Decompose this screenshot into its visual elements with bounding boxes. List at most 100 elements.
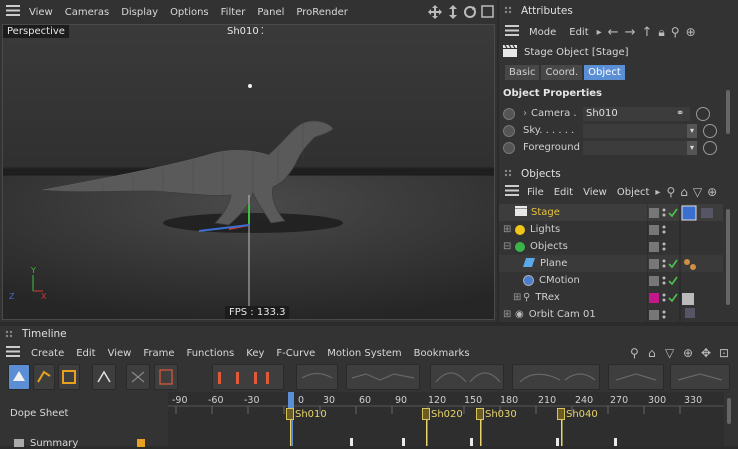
panel-grip-icon[interactable] [504,6,514,19]
tl-menu-motion-system[interactable]: Motion System [327,348,401,359]
attributes-panel: Attributes Mode Edit ▸ ← → ↑ 🔒︎ ⚲ ⊕ Stag… [499,0,738,163]
marker-sh040[interactable]: Sh040 [557,407,598,421]
animate-radio-icon[interactable] [503,141,515,154]
attributes-hamburger-icon[interactable] [505,25,519,39]
light-icon [515,224,525,235]
timeline-menubar: Create Edit View Frame Functions Key F-C… [0,343,738,363]
attr-menu-edit[interactable]: Edit [569,27,588,38]
objects-hamburger-icon[interactable] [505,185,519,199]
camera-label: Camera . [531,108,577,119]
pick-object-icon[interactable] [696,106,710,121]
tl-menu-view[interactable]: View [108,348,132,359]
marker-sh030[interactable]: Sh030 [476,407,517,421]
sky-label: Sky. . . . . . [523,125,575,136]
filter-icon[interactable]: ▽ [693,185,702,199]
expand-arrow-icon[interactable]: › [523,108,527,119]
expand-plus-icon[interactable]: ⊞ [503,309,515,320]
ruler-tick-label: 300 [648,395,667,406]
timeline-scrollbar[interactable] [727,398,731,424]
zoom-view-icon[interactable] [447,5,459,22]
tl-menu-create[interactable]: Create [31,348,64,359]
menu-display[interactable]: Display [121,7,158,18]
attr-menu-mode[interactable]: Mode [529,27,556,38]
object-name: Objects [530,241,568,252]
sky-link-field[interactable] [583,123,687,138]
obj-menu-object[interactable]: Object [617,187,650,198]
marker-label: Sh020 [431,408,463,420]
tab-coord[interactable]: Coord. [541,65,583,80]
tab-object[interactable]: Object [584,65,625,80]
tl-menu-functions[interactable]: Functions [187,348,235,359]
tl-menu-bookmarks[interactable]: Bookmarks [414,348,470,359]
object-name: CMotion [539,275,580,286]
up-arrow-icon[interactable]: ↑ [641,25,652,40]
menu-more-icon[interactable]: ▸ [655,187,660,198]
search-icon[interactable]: ⚲ [630,346,639,360]
objects-scrollbar[interactable] [726,209,730,305]
back-arrow-icon[interactable]: ← [608,25,619,40]
dropdown-arrow-icon[interactable]: ▾ [687,123,697,138]
marker-sh020[interactable]: Sh020 [422,407,463,421]
summary-label: Summary [30,438,79,449]
camera-link-field[interactable]: Sh010 [583,106,690,121]
tl-menu-edit[interactable]: Edit [76,348,95,359]
obj-menu-edit[interactable]: Edit [554,187,573,198]
dropdown-arrow-icon[interactable]: ▾ [687,140,697,155]
ruler-tick-label: 30 [323,395,336,406]
menu-options[interactable]: Options [170,7,209,18]
search-icon[interactable]: ⚲ [666,185,675,199]
tl-menu-key[interactable]: Key [246,348,264,359]
maximize-view-icon[interactable]: ⊡ [719,346,729,360]
lock-icon[interactable]: 🔒︎ [658,25,664,40]
hamburger-menu-icon[interactable] [6,5,20,19]
marker-sh010[interactable]: Sh010 [286,407,327,421]
ruler-tick-label: 120 [428,395,447,406]
camera-icon: ◉ [515,309,524,320]
expand-plus-icon[interactable]: ⊞ [503,224,515,235]
animate-radio-icon[interactable] [503,107,515,120]
ruler-tick-label: 60 [359,395,372,406]
timeline-title: Timeline [22,328,67,340]
obj-menu-view[interactable]: View [583,187,607,198]
pick-object-icon[interactable] [703,140,717,155]
panel-grip-icon[interactable] [504,169,514,182]
tl-menu-fcurve[interactable]: F-Curve [276,348,315,359]
ruler-tick-label: 0 [298,395,305,406]
camera-link-icon[interactable]: ⚭ [676,108,690,119]
expand-plus-icon[interactable]: ⊞ [513,292,523,303]
new-window-icon[interactable]: ⊕ [707,185,717,199]
home-icon[interactable]: ⌂ [648,346,656,360]
tl-menu-frame[interactable]: Frame [143,348,174,359]
marker-flag-icon [476,408,484,420]
foreground-link-field[interactable] [583,140,687,155]
attributes-scrollbar[interactable] [726,90,730,134]
prop-row-foreground: Foreground ▾ [503,139,735,156]
timeline-hamburger-icon[interactable] [6,346,20,360]
move-view-icon[interactable] [428,5,442,22]
ruler-tick-label: 90 [395,395,408,406]
menu-more-icon[interactable]: ▸ [597,27,602,38]
search-icon[interactable]: ⚲ [671,25,680,39]
menu-prorender[interactable]: ProRender [296,7,347,18]
collapse-minus-icon[interactable]: ⊟ [503,241,515,252]
home-icon[interactable]: ⌂ [680,185,688,199]
viewport-canvas[interactable]: Perspective Sh010 ⁚ Y X Z FPS: 133.3 [2,24,495,320]
pick-object-icon[interactable] [703,123,717,138]
new-window-icon[interactable]: ⊕ [686,25,696,39]
menu-cameras[interactable]: Cameras [65,7,109,18]
menu-panel[interactable]: Panel [257,7,284,18]
panel-grip-icon[interactable] [5,330,15,343]
rotate-view-icon[interactable] [463,5,477,22]
new-window-icon[interactable]: ⊕ [683,346,693,360]
maximize-view-icon[interactable] [481,5,494,21]
menu-filter[interactable]: Filter [221,7,246,18]
tab-basic[interactable]: Basic [505,65,540,80]
dope-sheet-label: Dope Sheet [10,408,69,419]
move-view-icon[interactable]: ✥ [701,346,711,360]
obj-menu-file[interactable]: File [527,187,544,198]
marker-flag-icon [286,408,294,420]
menu-view[interactable]: View [29,7,53,18]
forward-arrow-icon[interactable]: → [625,25,636,40]
filter-icon[interactable]: ▽ [665,346,674,360]
animate-radio-icon[interactable] [503,124,515,137]
